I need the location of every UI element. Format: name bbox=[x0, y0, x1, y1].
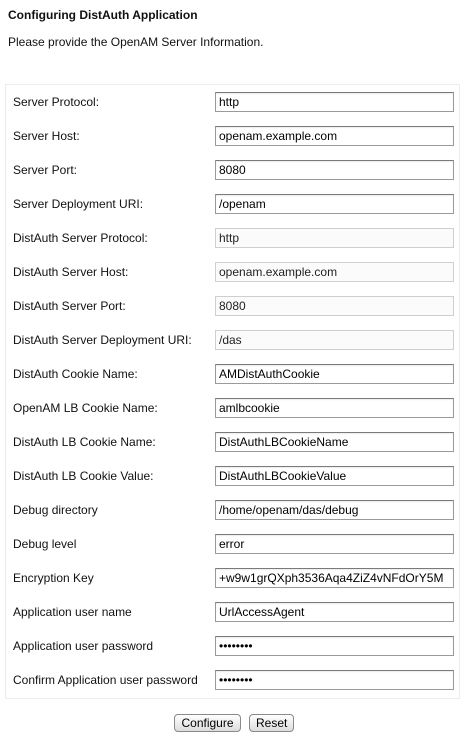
form-row-server-protocol: Server Protocol: bbox=[6, 85, 459, 119]
distauth-lb-cookie-name-input[interactable] bbox=[215, 432, 454, 452]
server-protocol-label: Server Protocol: bbox=[13, 95, 100, 109]
distauth-server-protocol-input bbox=[215, 228, 454, 248]
encryption-key-input[interactable] bbox=[215, 568, 454, 588]
reset-button[interactable]: Reset bbox=[249, 714, 294, 732]
distauth-server-port-label: DistAuth Server Port: bbox=[13, 299, 126, 313]
page-title: Configuring DistAuth Application bbox=[8, 8, 198, 22]
form-row-distauth-server-deployment-uri: DistAuth Server Deployment URI: bbox=[6, 323, 459, 357]
form-row-debug-level: Debug level bbox=[6, 527, 459, 561]
form-row-openam-lb-cookie-name: OpenAM LB Cookie Name: bbox=[6, 391, 459, 425]
distauth-server-deployment-uri-input bbox=[215, 330, 454, 350]
form-row-server-port: Server Port: bbox=[6, 153, 459, 187]
form-row-application-user-name: Application user name bbox=[6, 595, 459, 629]
distauth-server-host-label: DistAuth Server Host: bbox=[13, 265, 129, 279]
form-row-application-user-password: Application user password bbox=[6, 629, 459, 663]
debug-directory-label: Debug directory bbox=[13, 503, 98, 517]
distauth-server-host-input bbox=[215, 262, 454, 282]
distauth-lb-cookie-name-label: DistAuth LB Cookie Name: bbox=[13, 435, 156, 449]
openam-lb-cookie-name-input[interactable] bbox=[215, 398, 454, 418]
debug-level-label: Debug level bbox=[13, 537, 77, 551]
distauth-lb-cookie-value-input[interactable] bbox=[215, 466, 454, 486]
form-row-encryption-key: Encryption Key bbox=[6, 561, 459, 595]
confirm-application-user-password-input[interactable] bbox=[215, 670, 454, 690]
distauth-cookie-name-input[interactable] bbox=[215, 364, 454, 384]
distauth-cookie-name-label: DistAuth Cookie Name: bbox=[13, 367, 138, 381]
application-user-name-label: Application user name bbox=[13, 605, 132, 619]
server-host-input[interactable] bbox=[215, 126, 454, 146]
application-user-password-label: Application user password bbox=[13, 639, 154, 653]
form-row-distauth-server-host: DistAuth Server Host: bbox=[6, 255, 459, 289]
form-row-distauth-server-port: DistAuth Server Port: bbox=[6, 289, 459, 323]
application-user-password-input[interactable] bbox=[215, 636, 454, 656]
server-deployment-uri-input[interactable] bbox=[215, 194, 454, 214]
form-row-distauth-lb-cookie-value: DistAuth LB Cookie Value: bbox=[6, 459, 459, 493]
form-button-bar: Configure Reset bbox=[0, 714, 466, 736]
configure-button[interactable]: Configure bbox=[174, 714, 241, 732]
distauth-lb-cookie-value-label: DistAuth LB Cookie Value: bbox=[13, 469, 154, 483]
distauth-server-protocol-label: DistAuth Server Protocol: bbox=[13, 231, 148, 245]
server-deployment-uri-label: Server Deployment URI: bbox=[13, 197, 144, 211]
server-port-input[interactable] bbox=[215, 160, 454, 180]
page-subtitle: Please provide the OpenAM Server Informa… bbox=[8, 35, 264, 49]
form-row-distauth-cookie-name: DistAuth Cookie Name: bbox=[6, 357, 459, 391]
form-row-distauth-server-protocol: DistAuth Server Protocol: bbox=[6, 221, 459, 255]
configuration-form: Server Protocol: Server Host: Server Por… bbox=[5, 84, 460, 699]
confirm-application-user-password-label: Confirm Application user password bbox=[13, 673, 198, 687]
server-protocol-input[interactable] bbox=[215, 92, 454, 112]
form-row-server-host: Server Host: bbox=[6, 119, 459, 153]
distauth-server-port-input bbox=[215, 296, 454, 316]
debug-directory-input[interactable] bbox=[215, 500, 454, 520]
encryption-key-label: Encryption Key bbox=[13, 571, 94, 585]
form-row-confirm-application-user-password: Confirm Application user password bbox=[6, 663, 459, 697]
form-row-distauth-lb-cookie-name: DistAuth LB Cookie Name: bbox=[6, 425, 459, 459]
server-port-label: Server Port: bbox=[13, 163, 78, 177]
server-host-label: Server Host: bbox=[13, 129, 80, 143]
openam-lb-cookie-name-label: OpenAM LB Cookie Name: bbox=[13, 401, 158, 415]
distauth-server-deployment-uri-label: DistAuth Server Deployment URI: bbox=[13, 333, 192, 347]
debug-level-input[interactable] bbox=[215, 534, 454, 554]
form-row-debug-directory: Debug directory bbox=[6, 493, 459, 527]
form-row-server-deployment-uri: Server Deployment URI: bbox=[6, 187, 459, 221]
application-user-name-input[interactable] bbox=[215, 602, 454, 622]
